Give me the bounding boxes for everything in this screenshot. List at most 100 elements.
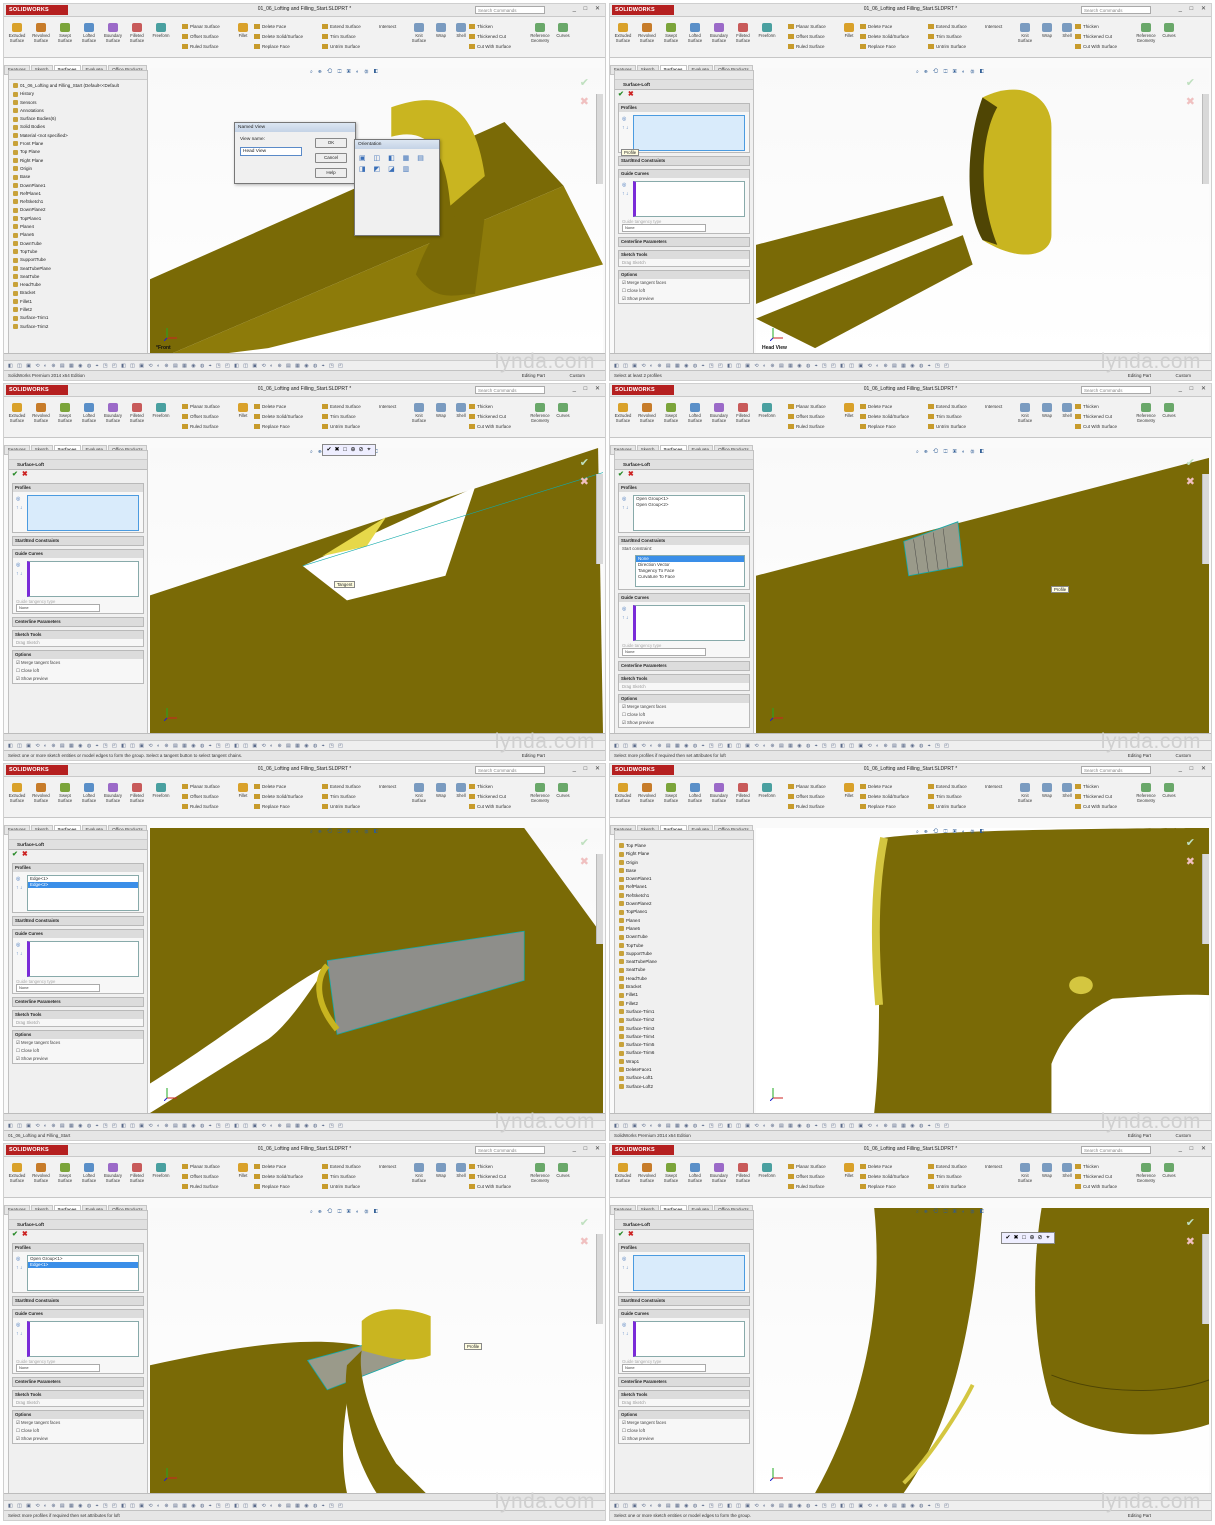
intersect-button[interactable]: Intersect bbox=[985, 24, 1002, 29]
ribbon-button-knit-surface[interactable]: Knit Surface bbox=[1014, 403, 1036, 423]
ribbon-button-extruded-surface[interactable]: Extruded Surface bbox=[6, 23, 28, 43]
ribbon-delete-col-1[interactable]: Delete Solid/Surface bbox=[254, 794, 303, 800]
ribbon-extend-col-1[interactable]: Trim Surface bbox=[928, 34, 962, 40]
heads-up-view-toolbar[interactable]: ⌕ ⊕ ⟲ ◫ ▣ ◐ ⚙ ◧ bbox=[916, 69, 986, 75]
section-header[interactable]: Start/End Constraints bbox=[13, 1297, 143, 1305]
bike-frame-model[interactable] bbox=[756, 1208, 1209, 1493]
guide-curves-list[interactable] bbox=[633, 181, 745, 217]
profile-item[interactable]: Edge<1> bbox=[28, 1262, 138, 1268]
ribbon-planar-col-2[interactable]: Ruled Surface bbox=[788, 44, 825, 50]
ribbon-button-lofted-surface[interactable]: Lofted Surface bbox=[684, 783, 706, 803]
section-header[interactable]: Sketch Tools bbox=[13, 1391, 143, 1399]
tree-item[interactable]: Wrap1 bbox=[619, 1058, 753, 1066]
drag-sketch-button[interactable]: Drag Sketch bbox=[619, 1399, 749, 1406]
cancel-x-icon[interactable]: ✖ bbox=[628, 471, 634, 478]
tree-item[interactable]: Right Plane bbox=[619, 850, 753, 858]
ribbon-button-extruded-surface[interactable]: Extruded Surface bbox=[612, 1163, 634, 1183]
ribbon-delete-col-1[interactable]: Delete Solid/Surface bbox=[860, 34, 909, 40]
intersect-button[interactable]: Intersect bbox=[985, 1164, 1002, 1169]
intersect-button[interactable]: Intersect bbox=[379, 784, 396, 789]
cancel-x-icon[interactable]: ✖ bbox=[22, 1231, 28, 1238]
ribbon-planar-col-1[interactable]: Offset Surface bbox=[788, 34, 825, 40]
option-checkbox[interactable]: ☐ Close loft bbox=[619, 1427, 749, 1435]
ribbon-planar-col-0[interactable]: Planar Surface bbox=[788, 784, 826, 790]
section-header[interactable]: Options bbox=[13, 651, 143, 659]
ribbon-button-boundary-surface[interactable]: Boundary Surface bbox=[102, 783, 124, 803]
ribbon-button-extruded-surface[interactable]: Extruded Surface bbox=[6, 403, 28, 423]
ribbon-extend-col-2[interactable]: Untrim Surface bbox=[322, 424, 360, 430]
ribbon-thicken-col-0[interactable]: Thicken bbox=[1075, 24, 1099, 30]
tree-item[interactable]: RefSketch1 bbox=[619, 892, 753, 900]
ribbon-delete-col-2[interactable]: Replace Face bbox=[860, 44, 896, 50]
tree-item[interactable]: SupportTube bbox=[13, 256, 147, 264]
tree-item[interactable]: Base bbox=[619, 867, 753, 875]
ribbon-button-extruded-surface[interactable]: Extruded Surface bbox=[612, 783, 634, 803]
tree-item[interactable]: Origin bbox=[13, 165, 147, 173]
ribbon-button-curves[interactable]: Curves bbox=[1158, 1163, 1180, 1178]
profile-reorder-icons[interactable]: ◎ ↑ ↓ bbox=[622, 115, 629, 133]
confirmation-corner[interactable]: ✔ ✖ bbox=[1186, 76, 1195, 108]
ok-check-icon[interactable]: ✔ bbox=[12, 1231, 18, 1238]
guide-tangency-dropdown[interactable]: None bbox=[622, 224, 706, 232]
context-tool-icon[interactable]: □ bbox=[341, 447, 349, 453]
section-header[interactable]: Profiles bbox=[619, 484, 749, 492]
cancel-corner-icon[interactable]: ✖ bbox=[580, 95, 589, 108]
ribbon-button-lofted-surface[interactable]: Lofted Surface bbox=[78, 23, 100, 43]
panel-tab-icons[interactable] bbox=[9, 71, 147, 80]
ribbon-button-freeform[interactable]: Freeform bbox=[756, 1163, 778, 1178]
confirmation-corner[interactable]: ✔ ✖ bbox=[1186, 456, 1195, 488]
ribbon-extend-col-1[interactable]: Trim Surface bbox=[322, 794, 356, 800]
ribbon-planar-col-1[interactable]: Offset Surface bbox=[788, 1174, 825, 1180]
ribbon-button-knit-surface[interactable]: Knit Surface bbox=[1014, 783, 1036, 803]
ribbon-button-filleted-surface[interactable]: Filleted Surface bbox=[732, 783, 754, 803]
ribbon-thicken-col-0[interactable]: Thicken bbox=[469, 1164, 493, 1170]
ribbon-extend-col-2[interactable]: Untrim Surface bbox=[322, 44, 360, 50]
section-header[interactable]: Sketch Tools bbox=[619, 1391, 749, 1399]
ribbon-button-filleted-surface[interactable]: Filleted Surface bbox=[732, 1163, 754, 1183]
cancel-x-icon[interactable]: ✖ bbox=[22, 471, 28, 478]
task-pane-strip[interactable] bbox=[1202, 854, 1209, 944]
section-header[interactable]: Guide Curves bbox=[619, 1310, 749, 1318]
profile-reorder-icons[interactable]: ◎ ↑ ↓ bbox=[16, 495, 23, 513]
panel-tab-icons[interactable] bbox=[615, 1211, 753, 1220]
confirmation-corner[interactable]: ✔ ✖ bbox=[580, 76, 589, 108]
ribbon-extend-col-1[interactable]: Trim Surface bbox=[322, 34, 356, 40]
ribbon-button-revolved-surface[interactable]: Revolved Surface bbox=[636, 1163, 658, 1183]
section-header[interactable]: Sketch Tools bbox=[13, 1011, 143, 1019]
ok-check-icon[interactable]: ✔ bbox=[12, 471, 18, 478]
tree-item[interactable]: RefSketch1 bbox=[13, 198, 147, 206]
search-commands-input[interactable]: Search Commands bbox=[475, 6, 545, 14]
tree-item[interactable]: Origin bbox=[619, 859, 753, 867]
option-checkbox[interactable]: ☐ Close loft bbox=[619, 287, 749, 295]
tree-item[interactable]: Plane4 bbox=[619, 917, 753, 925]
ribbon-button-curves[interactable]: Curves bbox=[552, 403, 574, 418]
ribbon-planar-col-0[interactable]: Planar Surface bbox=[182, 784, 220, 790]
profiles-list[interactable]: Open Group<1> Open Group<2> bbox=[633, 495, 745, 531]
tree-item[interactable]: Surface-Trim1 bbox=[619, 1008, 753, 1016]
ribbon-planar-col-0[interactable]: Planar Surface bbox=[788, 1164, 826, 1170]
cancel-corner-icon[interactable]: ✖ bbox=[580, 855, 589, 868]
section-header[interactable]: Options bbox=[619, 1411, 749, 1419]
task-pane-strip[interactable] bbox=[1202, 94, 1209, 184]
ribbon-button-boundary-surface[interactable]: Boundary Surface bbox=[708, 783, 730, 803]
ribbon-button-revolved-surface[interactable]: Revolved Surface bbox=[30, 783, 52, 803]
ribbon-thicken-col-2[interactable]: Cut With Surface bbox=[1075, 804, 1117, 810]
selection-context-toolbar[interactable]: ✔ ✖ □ ⊕ ⊘ ⌖ bbox=[1001, 1232, 1055, 1244]
ribbon-planar-col-1[interactable]: Offset Surface bbox=[182, 414, 219, 420]
ribbon-button-wrap[interactable]: Wrap bbox=[1036, 1163, 1058, 1178]
tree-item[interactable]: 01_06_Lofting and Filling_Start (Default… bbox=[13, 82, 147, 90]
tree-item[interactable]: TopTube bbox=[619, 942, 753, 950]
task-pane-strip[interactable] bbox=[596, 474, 603, 564]
context-tool-icon[interactable]: ⊕ bbox=[349, 446, 357, 453]
bike-frame-model[interactable] bbox=[150, 828, 603, 1113]
task-pane-strip[interactable] bbox=[1202, 474, 1209, 564]
intersect-button[interactable]: Intersect bbox=[379, 1164, 396, 1169]
ribbon-extend-col-0[interactable]: Extend Surface bbox=[928, 24, 967, 30]
ribbon-button-filleted-surface[interactable]: Filleted Surface bbox=[126, 23, 148, 43]
section-header[interactable]: Guide Curves bbox=[13, 550, 143, 558]
intersect-button[interactable]: Intersect bbox=[985, 784, 1002, 789]
cancel-corner-icon[interactable]: ✖ bbox=[1186, 95, 1195, 108]
task-pane-strip[interactable] bbox=[596, 94, 603, 184]
context-tool-icon[interactable]: □ bbox=[1020, 1235, 1028, 1241]
section-header[interactable]: Sketch Tools bbox=[619, 251, 749, 259]
